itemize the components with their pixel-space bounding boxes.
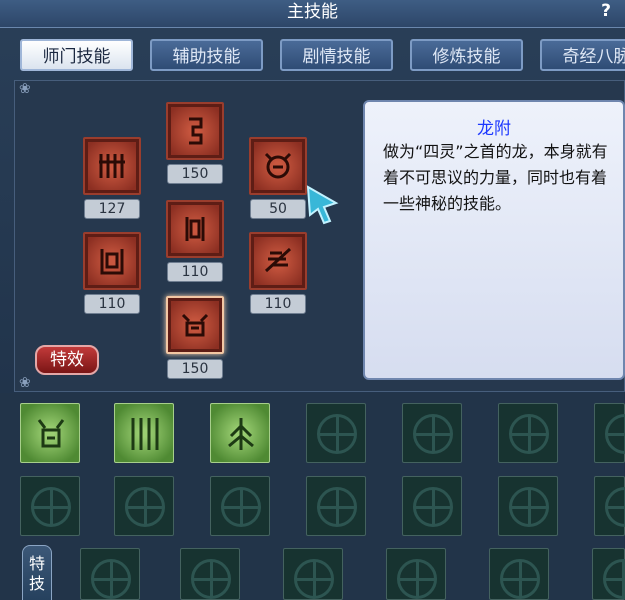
tab-school-skills[interactable]: 师门技能 — [20, 39, 133, 71]
cursor-icon — [306, 185, 339, 225]
empty-slot-icon[interactable] — [594, 476, 625, 536]
empty-slot-icon[interactable] — [592, 548, 625, 600]
skill-level: 110 — [167, 262, 223, 282]
empty-slot-icon[interactable] — [306, 476, 366, 536]
empty-slot-icon[interactable] — [498, 476, 558, 536]
empty-slot-icon[interactable] — [402, 476, 462, 536]
skill-level: 50 — [250, 199, 306, 219]
corner-ornament-icon: ❀ — [19, 81, 31, 97]
skill-tabs: 师门技能 辅助技能 剧情技能 修炼技能 奇经八脉 — [0, 35, 625, 73]
skill-level: 127 — [84, 199, 140, 219]
empty-slot-icon[interactable] — [498, 403, 558, 463]
skill-level: 150 — [167, 359, 223, 379]
empty-slot-icon[interactable] — [489, 548, 549, 600]
empty-slot-icon[interactable] — [114, 476, 174, 536]
plant-icon[interactable] — [210, 403, 270, 463]
effect-button[interactable]: 特效 — [35, 345, 99, 375]
window-title: 主技能 — [287, 2, 338, 22]
empty-slot-icon[interactable] — [386, 548, 446, 600]
rune-seal-icon[interactable] — [83, 232, 141, 290]
tab-cultivation-skills[interactable]: 修炼技能 — [410, 39, 523, 71]
special-skill-tab[interactable]: 特技 — [22, 545, 52, 600]
skill-description: 做为“四灵”之首的龙，本身就有着不可思议的力量，同时也有着一些神秘的技能。 — [383, 142, 608, 213]
skill-window: 主技能 ? 师门技能 辅助技能 剧情技能 修炼技能 奇经八脉 ❀ ❀ 127 1… — [0, 0, 625, 600]
skill-level: 110 — [250, 294, 306, 314]
tab-story-skills[interactable]: 剧情技能 — [280, 39, 393, 71]
dragon-head-icon[interactable] — [20, 403, 80, 463]
tab-meridian-skills[interactable]: 奇经八脉 — [540, 39, 625, 71]
tab-assist-skills[interactable]: 辅助技能 — [150, 39, 263, 71]
rune-gate-icon[interactable] — [166, 200, 224, 258]
rune-mask-icon[interactable] — [166, 296, 224, 354]
empty-slot-icon[interactable] — [306, 403, 366, 463]
skill-level: 150 — [167, 164, 223, 184]
corner-ornament-icon: ❀ — [19, 375, 31, 391]
help-button[interactable]: ? — [601, 1, 611, 21]
skill-description-panel: 龙附 做为“四灵”之首的龙，本身就有着不可思议的力量，同时也有着一些神秘的技能。 — [363, 100, 625, 380]
empty-slot-icon[interactable] — [180, 548, 240, 600]
empty-slot-icon[interactable] — [402, 403, 462, 463]
rune-beast-icon[interactable] — [249, 137, 307, 195]
empty-slot-icon[interactable] — [210, 476, 270, 536]
rune-spiral-icon[interactable] — [166, 102, 224, 160]
rune-dragon-icon[interactable] — [249, 232, 307, 290]
skill-name: 龙附 — [477, 119, 511, 139]
empty-slot-icon[interactable] — [594, 403, 625, 463]
title-bar: 主技能 ? — [0, 0, 625, 28]
skill-level: 110 — [84, 294, 140, 314]
rune-bars-icon[interactable] — [83, 137, 141, 195]
scroll-icon[interactable] — [114, 403, 174, 463]
empty-slot-icon[interactable] — [283, 548, 343, 600]
empty-slot-icon[interactable] — [20, 476, 80, 536]
empty-slot-icon[interactable] — [80, 548, 140, 600]
